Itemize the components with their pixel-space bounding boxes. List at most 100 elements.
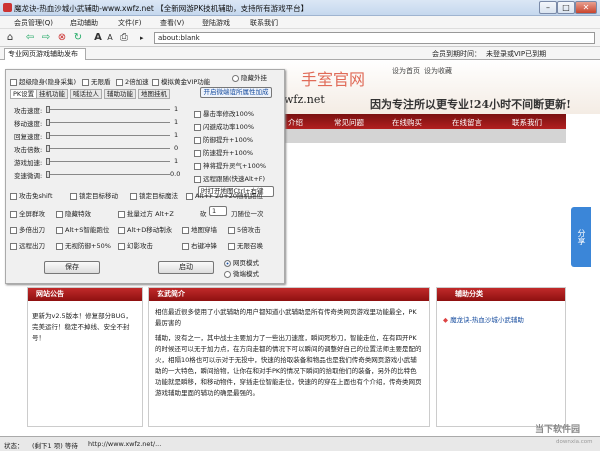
check-wallhack[interactable]: 地图穿墙: [182, 224, 217, 234]
slider-knob[interactable]: [46, 158, 50, 165]
check-ignore-def[interactable]: 无视防御+50%: [56, 240, 111, 250]
check-charge[interactable]: 右键冲锋: [182, 240, 217, 250]
close-button[interactable]: ✕: [575, 1, 597, 14]
tab-assist[interactable]: 辅助功能: [104, 89, 136, 99]
menu-contact[interactable]: 联系我们: [250, 18, 278, 28]
check-defspeed[interactable]: 防速提升+100%: [194, 147, 253, 157]
game-speed-slider[interactable]: [46, 161, 170, 162]
slider-label: 变速微调:: [14, 172, 43, 180]
check-lock-magic[interactable]: 锁定目标魔法: [130, 190, 178, 200]
tab-strip: 专业网页游戏辅助发布 会员到期时间： 未登录或VIP已到期: [0, 47, 600, 60]
stop-icon[interactable]: ⊗: [56, 32, 68, 44]
check-ranged[interactable]: 远程出刀: [10, 240, 45, 250]
check-move-ctrl[interactable]: Alt+D移动制永: [118, 224, 172, 234]
fine-tune-slider[interactable]: [46, 174, 170, 175]
hide-panel-radio[interactable]: 隐藏外挂: [232, 72, 267, 82]
kan-suffix: 刀随位一次: [231, 210, 264, 218]
slider-knob[interactable]: [46, 132, 50, 139]
recover-speed-slider[interactable]: [46, 135, 170, 136]
toolbar: ⌂ ⇦ ⇨ ⊗ ↻ A A ⎙ ▸ about:blank: [0, 29, 600, 47]
tab-main[interactable]: 专业网页游戏辅助发布: [4, 48, 86, 60]
check-multi-hit[interactable]: 多倍出刀: [10, 224, 45, 234]
back-icon[interactable]: ⇦: [24, 32, 36, 44]
menu-view[interactable]: 查看(V): [160, 18, 184, 28]
move-speed-slider[interactable]: [46, 122, 170, 123]
home-icon[interactable]: ⌂: [4, 32, 16, 44]
address-input[interactable]: about:blank: [154, 32, 595, 44]
print-icon[interactable]: ⎙: [118, 32, 130, 44]
microclient-link[interactable]: 开启微端谊所属性加成: [200, 87, 272, 98]
forward-icon[interactable]: ⇨: [40, 32, 52, 44]
minimize-button[interactable]: –: [539, 1, 557, 14]
mode-web-radio[interactable]: 网页模式: [224, 257, 259, 267]
refresh-icon[interactable]: ↻: [72, 32, 84, 44]
slider-value: 1: [174, 118, 179, 126]
check-invisible[interactable]: 超级隐身(隐身采集): [10, 76, 76, 86]
member-value: 未登录或VIP已到期: [486, 50, 547, 58]
menu-login[interactable]: 登陆游戏: [202, 18, 230, 28]
start-button[interactable]: 启动: [158, 261, 214, 274]
set-homepage-link[interactable]: 设为首页: [392, 66, 420, 76]
member-label: 会员到期时间：: [432, 50, 481, 58]
slider-knob[interactable]: [46, 171, 50, 178]
slider-knob[interactable]: [46, 106, 50, 113]
menu-member[interactable]: 会员管理(Q): [14, 18, 53, 28]
attack-speed-slider[interactable]: [46, 109, 170, 110]
check-spirit[interactable]: 神将提升灵气+100%: [194, 160, 266, 170]
title-bar: 魔龙诀-热血沙城小武辅助-www.xwfz.net 【全新网游PK技机辅助，支持…: [0, 0, 600, 16]
check-hide-fx[interactable]: 隐藏特效: [56, 208, 91, 218]
menu-start[interactable]: 启动辅助: [70, 18, 98, 28]
maximize-button[interactable]: □: [557, 1, 575, 14]
slider-value: 1: [174, 131, 179, 139]
category-item[interactable]: ◆ 魔龙诀-热血沙城小武辅助: [437, 301, 565, 340]
tab-hangup[interactable]: 挂机功能: [36, 89, 68, 99]
tab-map[interactable]: 地图挂机: [138, 89, 170, 99]
menu-bar: 会员管理(Q) 启动辅助 文件(F) 查看(V) 登陆游戏 联系我们: [0, 16, 600, 29]
add-favorite-link[interactable]: 设为收藏: [424, 66, 452, 76]
menu-file[interactable]: 文件(F): [118, 18, 142, 28]
tab-pk[interactable]: PK设置: [10, 89, 38, 99]
check-batch[interactable]: 批量过方 Alt+Z: [118, 208, 174, 218]
slider-knob[interactable]: [46, 119, 50, 126]
site-slogan: 因为专注所以更专业!24小时不间断更新!: [370, 98, 571, 111]
nav-message[interactable]: 在线留言: [452, 117, 482, 128]
check-summon[interactable]: 无限召唤: [228, 240, 263, 250]
font-icon[interactable]: A: [92, 32, 104, 44]
attack-mult-slider[interactable]: [46, 148, 170, 149]
check-5x[interactable]: 5倍攻击: [228, 224, 261, 234]
category-box: 辅助分类 ◆ 魔龙诀-热血沙城小武辅助: [436, 287, 566, 427]
tab-shout[interactable]: 喊话拉人: [70, 89, 102, 99]
go-icon[interactable]: ▸: [140, 34, 144, 42]
save-button[interactable]: 保存: [44, 261, 100, 274]
nav-shadow: [280, 129, 566, 143]
slider-label: 攻击倍数:: [14, 146, 43, 154]
check-crit[interactable]: 暴击率修改100%: [194, 108, 254, 118]
check-phantom[interactable]: 幻影攻击: [118, 240, 153, 250]
gem-icon: ◆: [443, 316, 448, 324]
nav-buy[interactable]: 在线购买: [392, 117, 422, 128]
check-defense[interactable]: 防御提升+100%: [194, 134, 253, 144]
watermark-domain: downxia.com: [556, 439, 593, 445]
check-noshift[interactable]: 攻击免shift: [10, 190, 53, 200]
intro-text: 相信最近很多使用了小武辅助的用户都知道小武辅助是所有传奇类网页游戏里功能最全，P…: [155, 308, 422, 397]
check-dodge[interactable]: 闪避成功率100%: [194, 121, 254, 131]
check-lock-move[interactable]: 锁定目标移动: [70, 190, 118, 200]
check-random-run[interactable]: Alt+F 20+20随机跑位: [186, 190, 263, 200]
check-smart-run[interactable]: Alt+S智能跑位: [56, 224, 109, 234]
check-vip[interactable]: 模拟黄金VIP功能: [152, 76, 210, 86]
nav-contact[interactable]: 联系我们: [512, 117, 542, 128]
site-domain: wfz.net: [284, 93, 325, 106]
kan-input[interactable]: 1: [209, 206, 227, 216]
share-button[interactable]: 分享: [571, 207, 591, 267]
status-bar: 状态： (剩下1 项) 等待 http://www.xwfz.net/...: [0, 436, 600, 451]
nav-faq[interactable]: 常见问题: [334, 117, 364, 128]
check-follow[interactable]: 远程跟随(快速Alt+F): [194, 173, 265, 183]
check-speed[interactable]: 2倍加速: [116, 76, 149, 86]
slider-knob[interactable]: [46, 145, 50, 152]
check-aoe[interactable]: 全屏群攻: [10, 208, 45, 218]
check-shield[interactable]: 无限盾: [82, 76, 111, 86]
nav-intro[interactable]: 介绍: [288, 117, 303, 128]
mode-micro-radio[interactable]: 微端模式: [224, 268, 259, 278]
font-small-icon[interactable]: A: [104, 32, 116, 44]
site-logo: 手室官网: [301, 70, 366, 89]
